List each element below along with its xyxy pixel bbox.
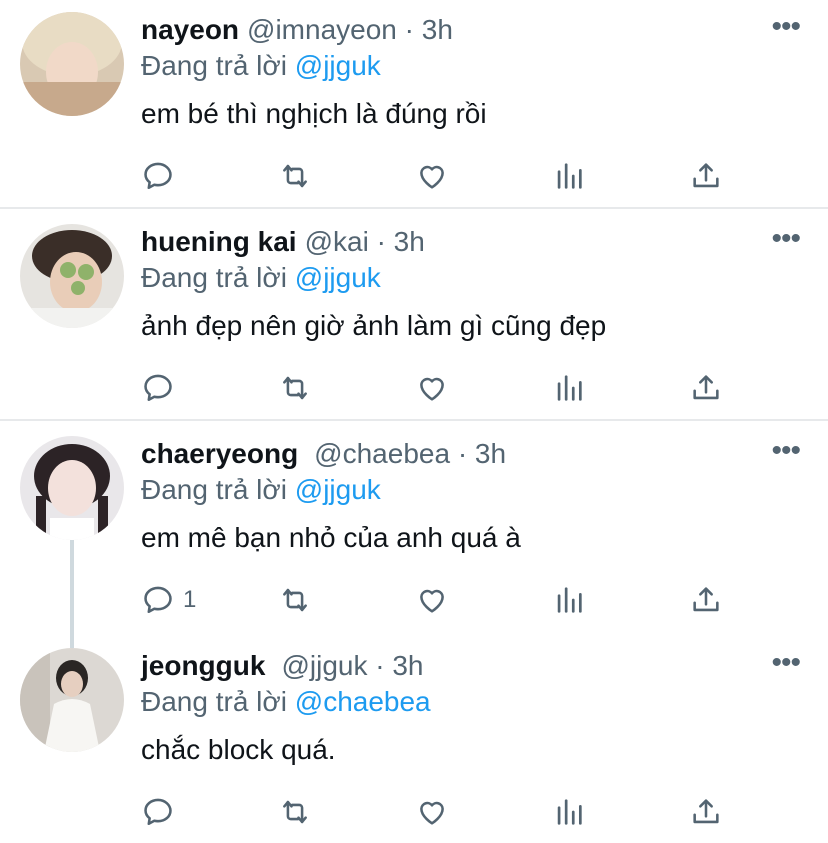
reply-icon [144, 586, 172, 614]
replying-to-label: Đang trả lời [141, 50, 287, 81]
share-icon [693, 587, 719, 612]
tweet-text: chắc block quá. [141, 734, 336, 765]
display-name[interactable]: jeongguk [141, 650, 265, 681]
avatar[interactable] [20, 648, 124, 752]
tweet[interactable]: nayeon @imnayeon · 3h ••• Đang trả lời @j… [0, 0, 828, 208]
mention-link[interactable]: @chaebea [295, 686, 431, 717]
reply-button[interactable] [141, 156, 183, 196]
mention-link[interactable]: @jjguk [295, 262, 381, 293]
tweet-text: em bé thì nghịch là đúng rồi [141, 98, 487, 129]
replying-to: Đang trả lời @jjguk [141, 48, 381, 84]
mention-link[interactable]: @jjguk [295, 474, 381, 505]
reply-icon [144, 374, 172, 402]
action-bar [0, 156, 828, 196]
more-icon[interactable]: ••• [771, 10, 800, 44]
tweet-header: jeongguk @jjguk · 3h [141, 648, 424, 684]
action-bar [0, 368, 828, 408]
share-icon [693, 163, 719, 188]
like-button[interactable] [415, 580, 449, 620]
share-icon [693, 375, 719, 400]
tweet[interactable]: huening kai @kai · 3h ••• Đang trả lời @j… [0, 212, 828, 420]
like-button[interactable] [415, 156, 449, 196]
retweet-button[interactable] [278, 368, 312, 408]
retweet-icon [283, 800, 307, 824]
retweet-icon [283, 164, 307, 188]
display-name[interactable]: huening kai [141, 226, 297, 257]
tweet-header: huening kai @kai · 3h [141, 224, 425, 260]
timestamp[interactable]: · 3h [377, 226, 425, 257]
analytics-button[interactable] [552, 792, 586, 832]
share-icon [693, 799, 719, 824]
share-button[interactable] [689, 156, 723, 196]
reply-count: 1 [183, 586, 197, 613]
like-icon [420, 589, 444, 613]
tweet[interactable]: chaeryeong @chaebea · 3h ••• Đang trả lời… [0, 424, 828, 632]
like-icon [420, 377, 444, 401]
analytics-icon [557, 799, 582, 825]
analytics-button[interactable] [552, 156, 586, 196]
tweet[interactable]: jeongguk @jjguk · 3h ••• Đang trả lời @ch… [0, 636, 828, 843]
divider [0, 207, 828, 209]
analytics-icon [557, 163, 582, 189]
share-button[interactable] [689, 368, 723, 408]
like-button[interactable] [415, 368, 449, 408]
tweet-text: em mê bạn nhỏ của anh quá à [141, 522, 521, 553]
like-icon [420, 165, 444, 189]
replying-to-label: Đang trả lời [141, 686, 287, 717]
more-icon[interactable]: ••• [771, 646, 800, 680]
retweet-button[interactable] [278, 792, 312, 832]
timestamp[interactable]: · 3h [405, 14, 453, 45]
reply-button[interactable] [141, 792, 183, 832]
timestamp[interactable]: · 3h [458, 438, 506, 469]
share-button[interactable] [689, 792, 723, 832]
avatar[interactable] [20, 224, 124, 328]
more-icon[interactable]: ••• [771, 222, 800, 256]
replying-to: Đang trả lời @chaebea [141, 684, 431, 720]
analytics-button[interactable] [552, 368, 586, 408]
more-icon[interactable]: ••• [771, 434, 800, 468]
retweet-icon [283, 588, 307, 612]
reply-icon [144, 798, 172, 826]
replying-to-label: Đang trả lời [141, 262, 287, 293]
display-name[interactable]: chaeryeong [141, 438, 298, 469]
like-button[interactable] [415, 792, 449, 832]
avatar[interactable] [20, 436, 124, 540]
analytics-button[interactable] [552, 580, 586, 620]
mention-link[interactable]: @jjguk [295, 50, 381, 81]
display-name[interactable]: nayeon [141, 14, 239, 45]
replying-to: Đang trả lời @jjguk [141, 472, 381, 508]
tweet-header: nayeon @imnayeon · 3h [141, 12, 453, 48]
reply-icon [144, 162, 172, 190]
retweet-icon [283, 376, 307, 400]
user-handle[interactable]: @imnayeon [247, 14, 397, 45]
action-bar: 1 [0, 580, 828, 620]
analytics-icon [557, 587, 582, 613]
retweet-button[interactable] [278, 156, 312, 196]
user-handle[interactable]: @chaebea [314, 438, 450, 469]
replying-to-label: Đang trả lời [141, 474, 287, 505]
tweet-text: ảnh đẹp nên giờ ảnh làm gì cũng đẹp [141, 310, 607, 341]
replying-to: Đang trả lời @jjguk [141, 260, 381, 296]
tweet-header: chaeryeong @chaebea · 3h [141, 436, 506, 472]
divider [0, 419, 828, 421]
reply-button[interactable] [141, 368, 183, 408]
user-handle[interactable]: @jjguk [281, 650, 367, 681]
user-handle[interactable]: @kai [305, 226, 369, 257]
avatar[interactable] [20, 12, 124, 116]
share-button[interactable] [689, 580, 723, 620]
retweet-button[interactable] [278, 580, 312, 620]
reply-button[interactable]: 1 [141, 580, 196, 620]
like-icon [420, 801, 444, 825]
analytics-icon [557, 375, 582, 401]
timestamp[interactable]: · 3h [375, 650, 423, 681]
action-bar [0, 792, 828, 832]
